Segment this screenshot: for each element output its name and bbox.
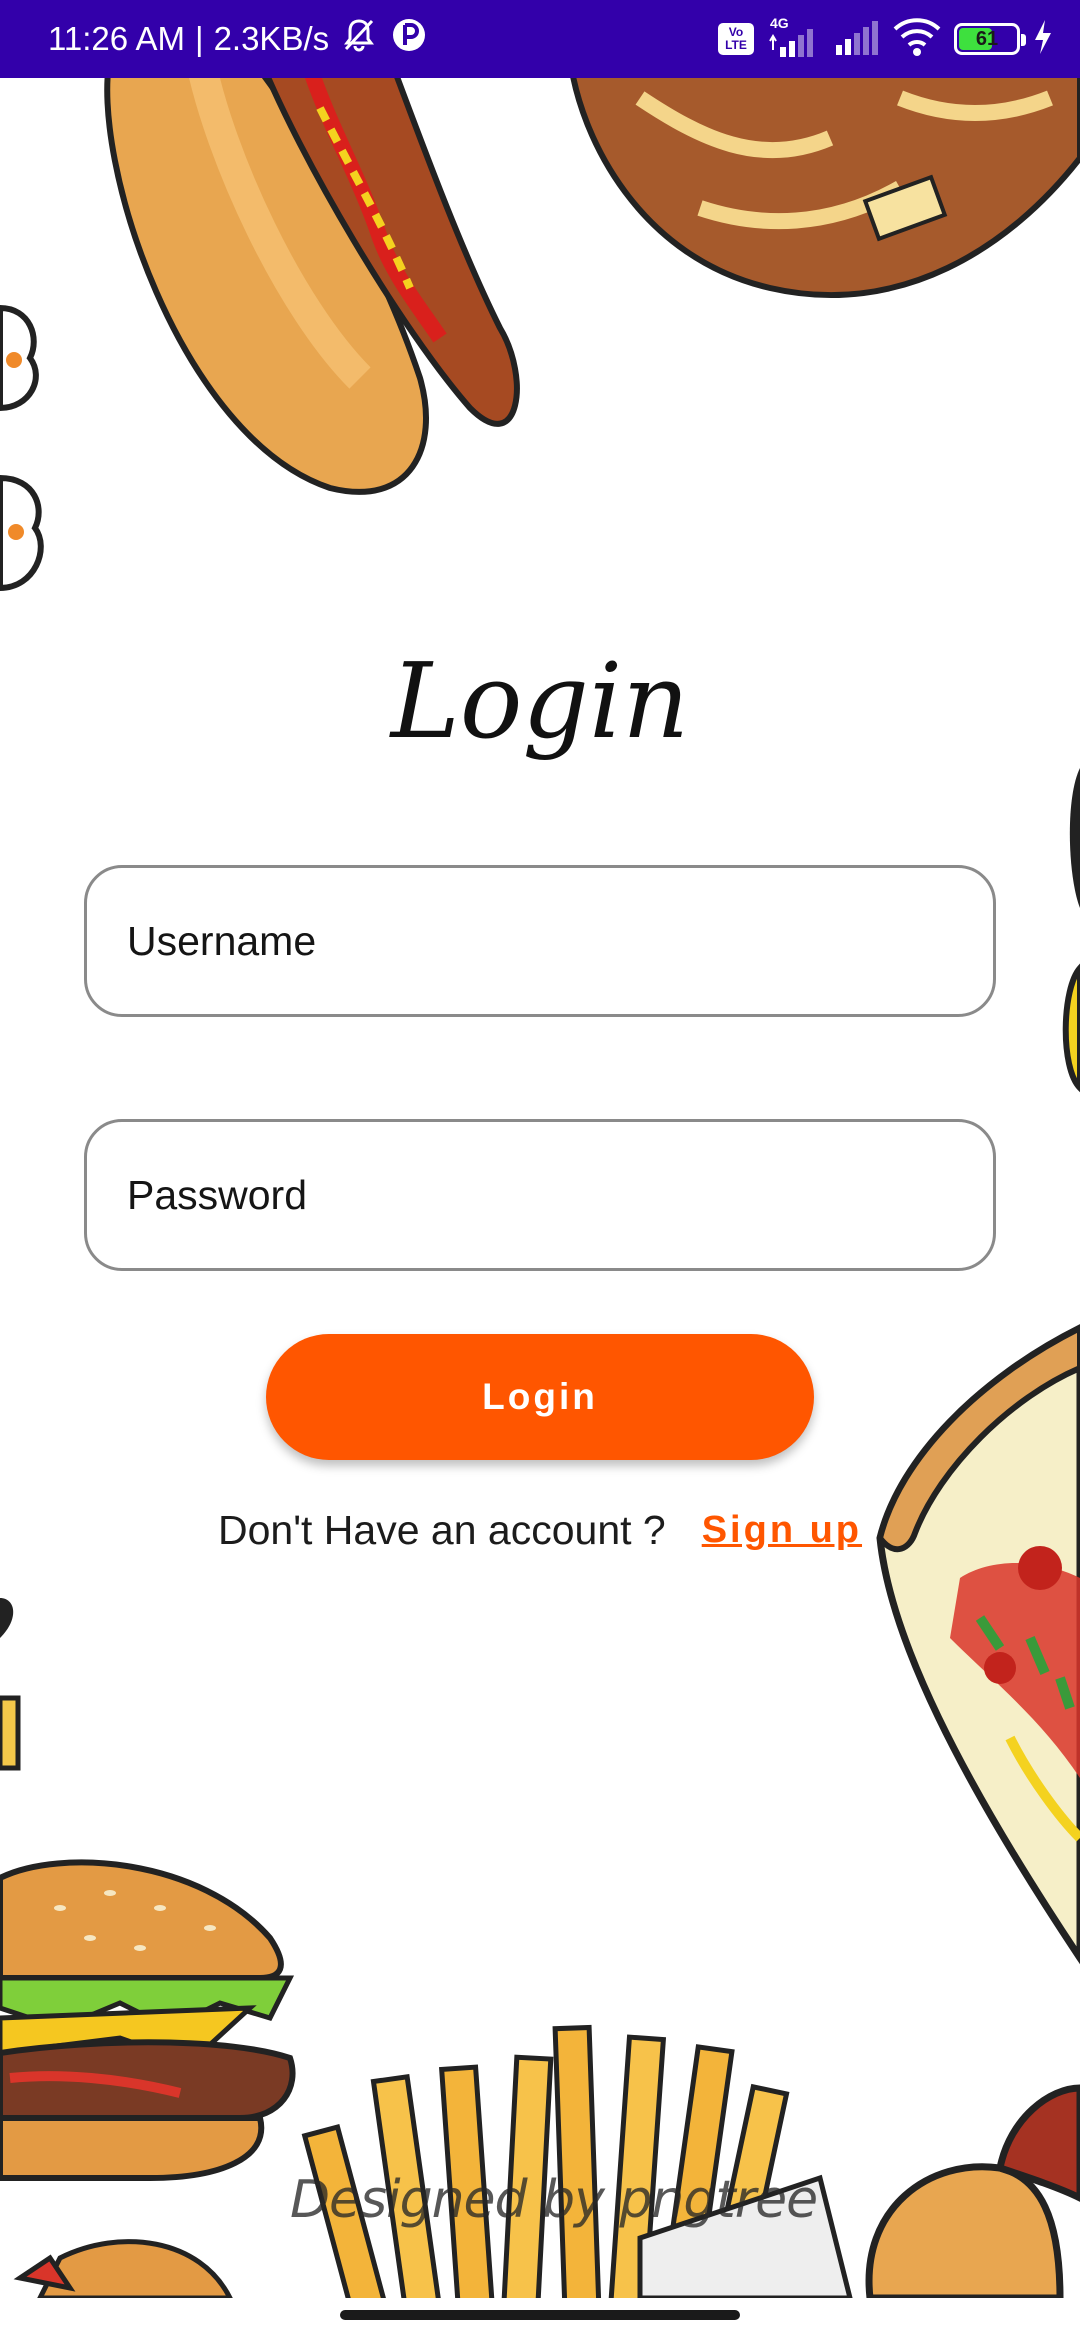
signal-secondary-icon bbox=[832, 15, 880, 64]
home-indicator[interactable] bbox=[340, 2310, 740, 2320]
signup-link[interactable]: Sign up bbox=[702, 1509, 862, 1552]
charging-icon bbox=[1032, 17, 1054, 62]
right-edge-illustration bbox=[1062, 768, 1080, 1093]
status-bar: 11:26 AM | 2.3KB/s Vo LTE 4G 61 bbox=[0, 0, 1080, 78]
watermark-text: Designed by pngtree bbox=[290, 2170, 818, 2230]
password-input[interactable] bbox=[87, 1122, 993, 1268]
pizza-slice-illustration bbox=[876, 1324, 1080, 1965]
battery-nub bbox=[1021, 34, 1026, 46]
app-notification-icon bbox=[389, 15, 429, 63]
status-speed: 2.3KB/s bbox=[213, 20, 330, 57]
signup-row: Don't Have an account ? Sign up bbox=[0, 1500, 1080, 1560]
battery-level: 61 bbox=[975, 27, 999, 50]
hotdog-illustration bbox=[104, 78, 520, 495]
burger-illustration bbox=[0, 1859, 296, 2181]
username-field[interactable] bbox=[84, 865, 996, 1017]
volte-icon: Vo LTE bbox=[718, 23, 754, 55]
pretzel-illustration bbox=[570, 78, 1080, 299]
login-title: Login bbox=[390, 640, 690, 762]
signal-icon: 4G bbox=[766, 15, 820, 61]
bun-illustration bbox=[865, 2084, 1080, 2298]
battery-icon: 61 bbox=[954, 23, 1026, 55]
login-button[interactable]: Login bbox=[266, 1334, 814, 1460]
wifi-icon bbox=[892, 15, 942, 64]
signup-prompt: Don't Have an account ? bbox=[217, 1506, 666, 1553]
status-right: Vo LTE 4G 61 bbox=[718, 0, 1054, 78]
username-input[interactable] bbox=[87, 868, 993, 1014]
mute-bell-icon bbox=[339, 15, 379, 63]
status-left: 11:26 AM | 2.3KB/s bbox=[48, 0, 429, 78]
password-field[interactable] bbox=[84, 1119, 996, 1271]
status-time: 11:26 AM bbox=[48, 20, 185, 57]
volte-bottom: LTE bbox=[725, 38, 747, 52]
status-separator: | bbox=[194, 20, 204, 57]
